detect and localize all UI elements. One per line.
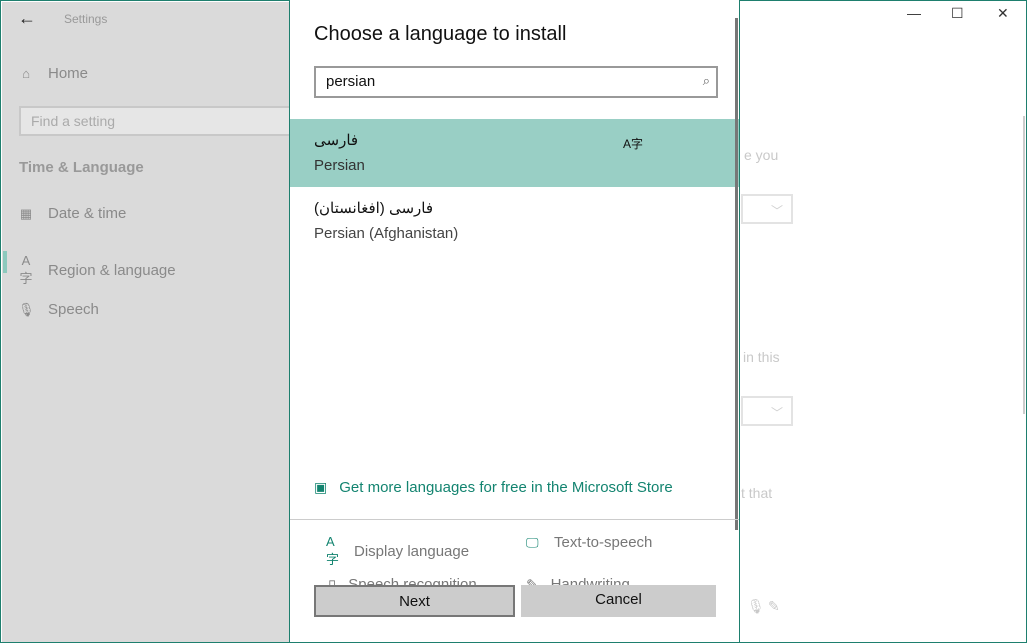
maximize-button[interactable]: ☐	[951, 5, 964, 22]
english-name: Persian	[314, 157, 365, 174]
close-button[interactable]: ✕	[997, 5, 1009, 22]
scrollbar[interactable]	[735, 18, 738, 530]
scrollbar[interactable]	[1023, 116, 1025, 414]
store-link-text: Get more languages for free in the Micro…	[339, 479, 673, 496]
find-setting-input[interactable]: Find a setting	[19, 106, 309, 136]
dialog-title: Choose a language to install	[314, 23, 567, 45]
language-search-input[interactable]: persian ⌕	[314, 66, 718, 98]
bg-text: e you	[744, 147, 779, 163]
cancel-button[interactable]: Cancel	[521, 585, 716, 617]
search-icon[interactable]: ⌕	[703, 73, 710, 89]
language-icon: A字	[19, 253, 33, 286]
bg-text: in this	[743, 349, 780, 365]
bg-text: t that	[741, 485, 773, 501]
sidebar-item-date-time[interactable]: ▦ Date & time	[18, 205, 127, 222]
language-item-persian[interactable]: فارسی Persian A字	[290, 119, 739, 187]
sidebar-item-region-language[interactable]: A字 Region & language	[18, 253, 176, 287]
store-icon: ▣	[314, 479, 328, 495]
bg-dropdown[interactable]: ﹀	[741, 396, 793, 426]
app-title: Settings	[64, 12, 108, 26]
item-label: Date & time	[48, 205, 127, 222]
handwriting-icon: ✎	[768, 598, 780, 614]
minimize-button[interactable]: —	[907, 5, 921, 21]
back-icon[interactable]: ←	[18, 8, 36, 29]
english-name: Persian (Afghanistan)	[314, 225, 459, 242]
native-name: فارسی	[314, 132, 359, 149]
sidebar-item-home[interactable]: ⌂ Home	[18, 65, 88, 82]
section-heading: Time & Language	[19, 159, 144, 176]
microphone-icon: 🎙	[747, 598, 765, 614]
display-language-icon: A字	[326, 534, 340, 567]
search-value: persian	[326, 73, 376, 90]
feature-label: Text-to-speech	[554, 534, 653, 551]
selection-indicator	[3, 251, 7, 273]
item-label: Speech	[48, 301, 99, 318]
home-icon: ⌂	[22, 66, 30, 81]
divider	[290, 519, 739, 520]
microphone-icon: 🎙	[18, 301, 35, 317]
feature-text-to-speech: 🖵 Text-to-speech	[526, 534, 652, 551]
store-link[interactable]: ▣ Get more languages for free in the Micr…	[314, 479, 673, 496]
feature-display-language: A字 Display language	[326, 534, 469, 568]
sidebar: ← Settings ⌂ Home Find a setting Time & L…	[2, 2, 309, 642]
text-to-speech-icon: 🖵	[526, 534, 539, 550]
feature-label: Display language	[354, 542, 470, 560]
item-label: Region & language	[48, 261, 176, 279]
sidebar-item-speech[interactable]: 🎙 Speech	[18, 301, 99, 318]
next-button[interactable]: Next	[314, 585, 515, 617]
language-dialog: Choose a language to install persian ⌕ فا…	[289, 0, 740, 643]
home-label: Home	[48, 65, 89, 82]
calendar-icon: ▦	[19, 205, 33, 221]
display-language-icon: A字	[622, 137, 643, 151]
language-item-persian-afghanistan[interactable]: فارسی (افغانستان) Persian (Afghanistan)	[290, 187, 739, 255]
native-name: فارسی (افغانستان)	[314, 200, 434, 217]
bg-dropdown[interactable]: ﹀	[741, 194, 793, 224]
